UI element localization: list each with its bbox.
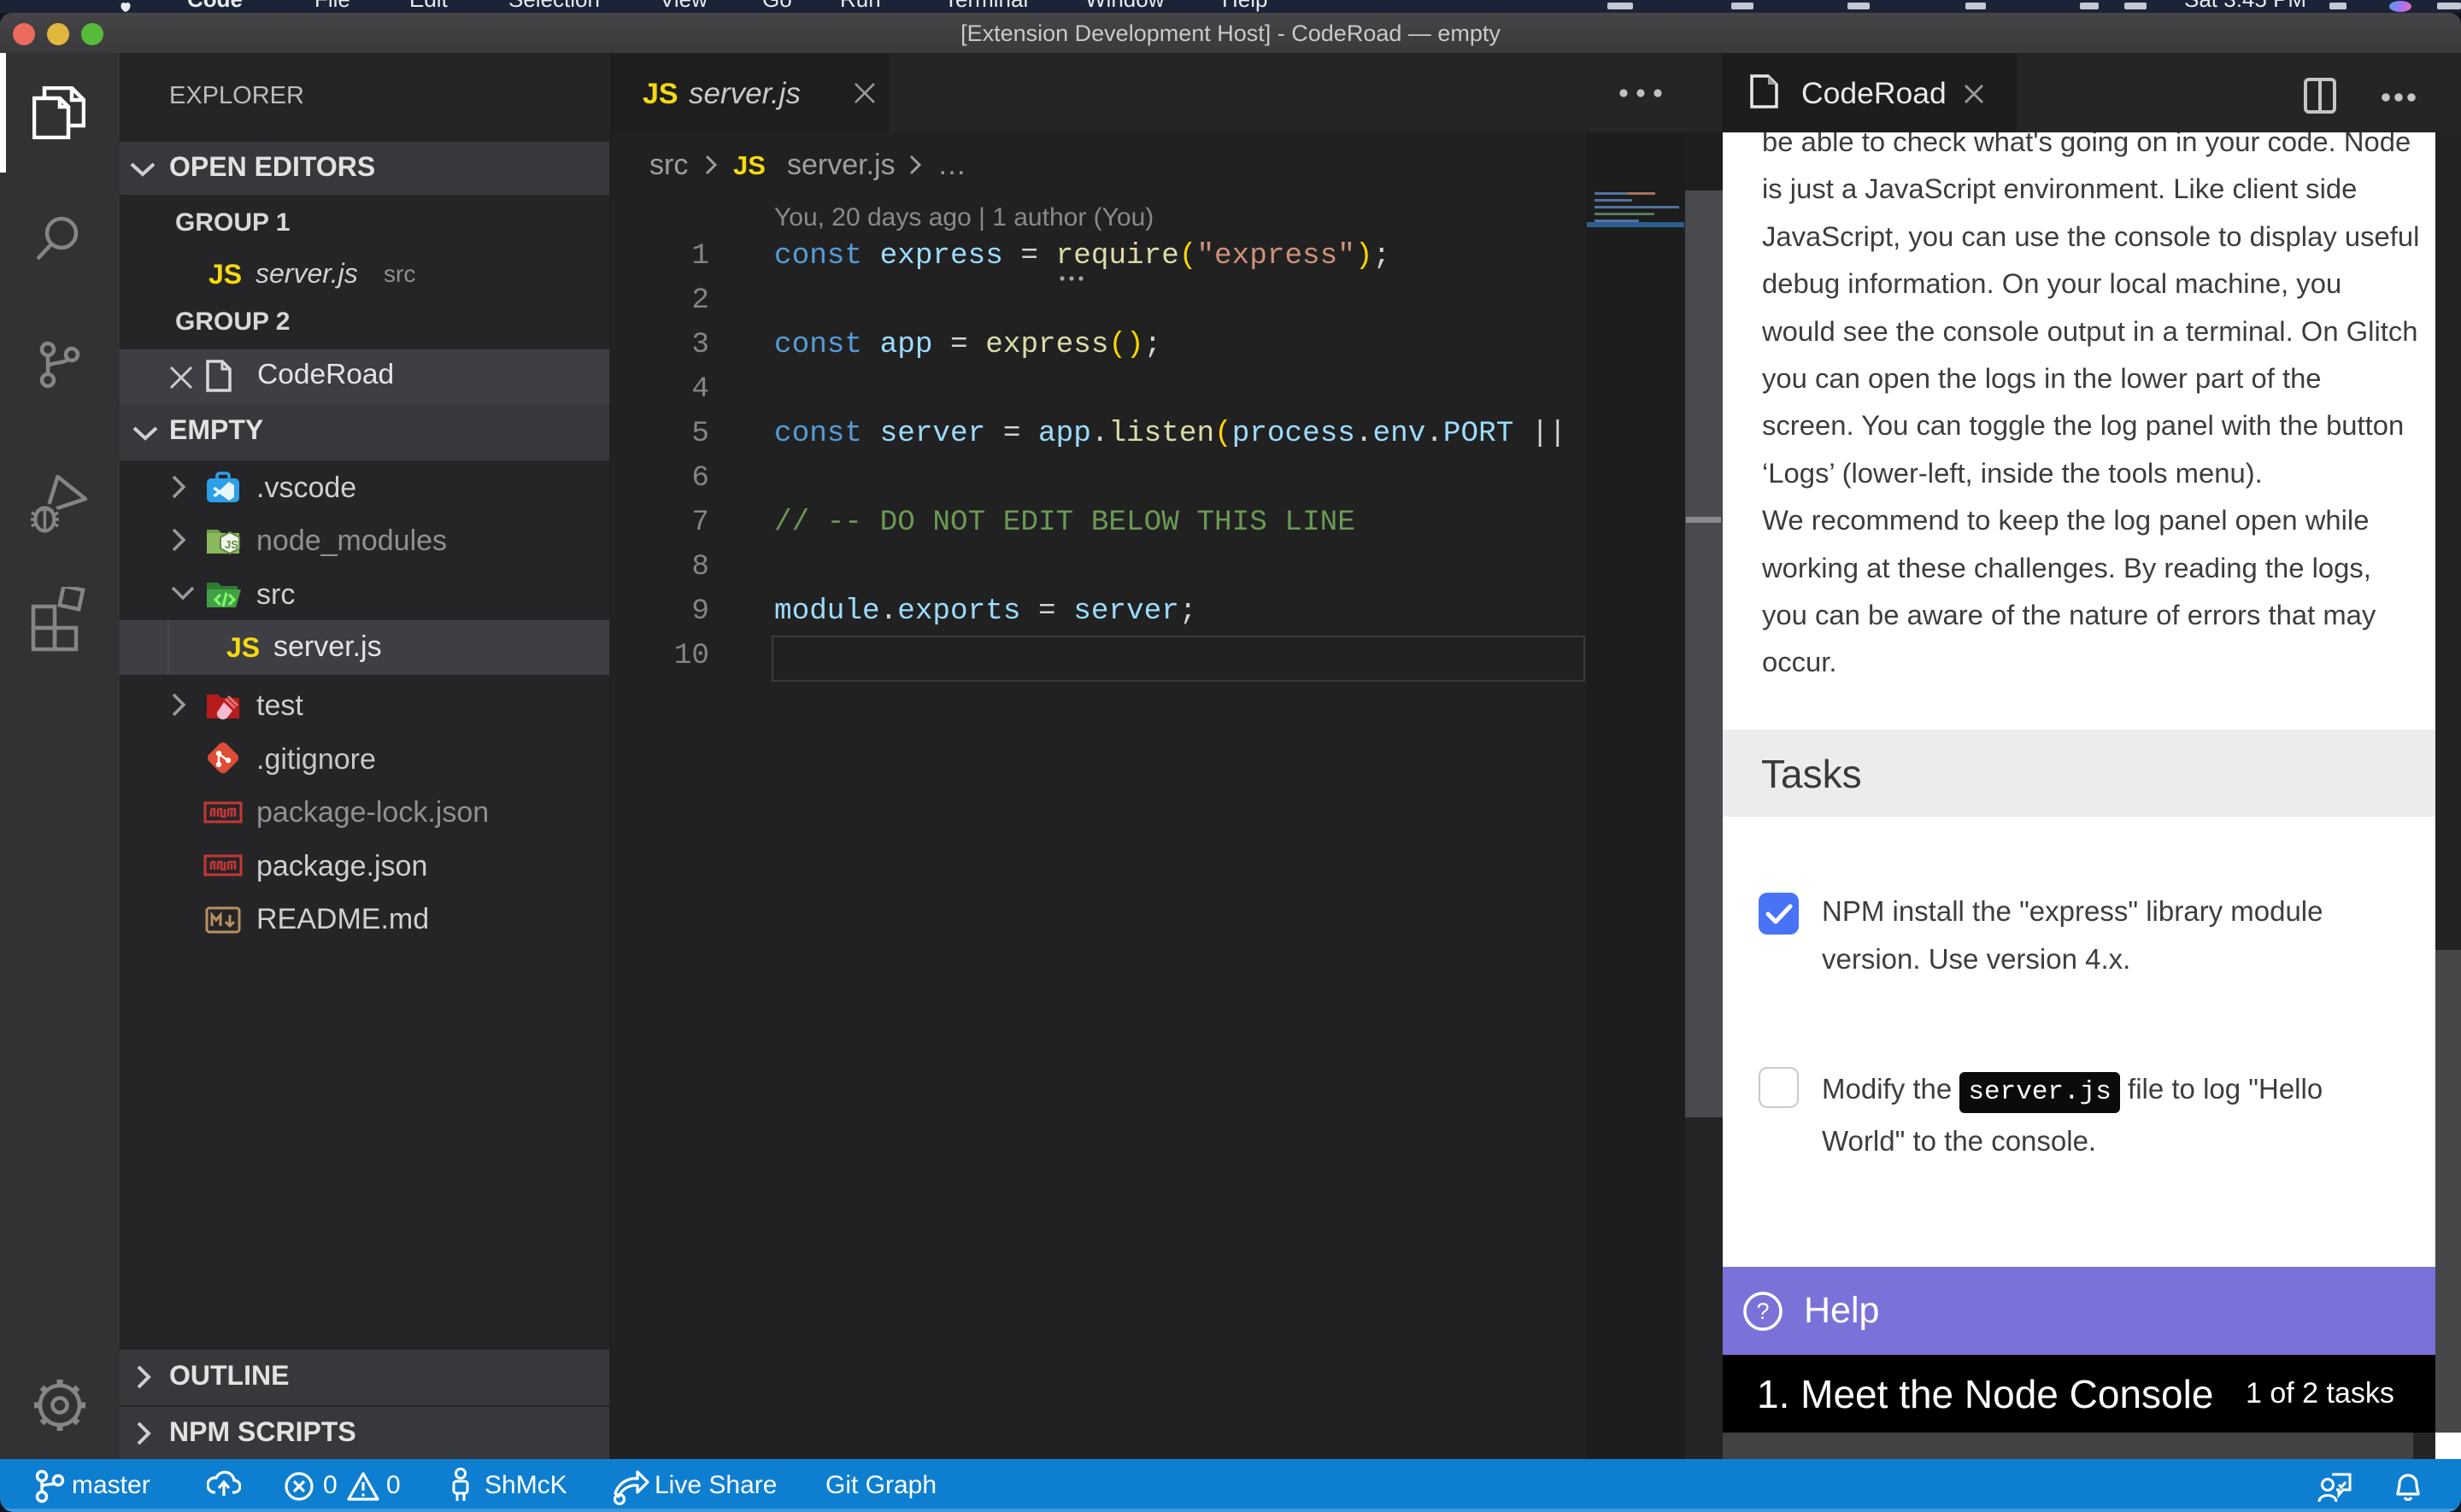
svg-text:JS: JS: [225, 538, 238, 551]
svg-text:?: ?: [1756, 1298, 1769, 1324]
